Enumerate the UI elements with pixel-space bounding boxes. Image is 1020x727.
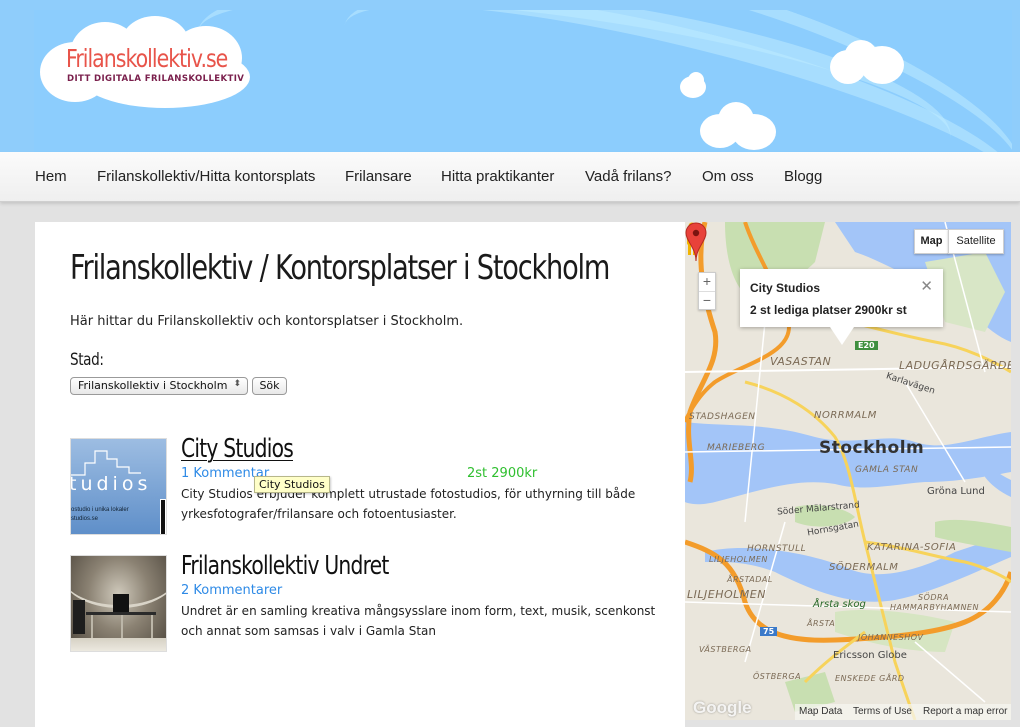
map-label-vasastan: VASASTAN: [770, 355, 832, 368]
tooltip: City Studios: [254, 476, 330, 493]
city-select-value: Frilanskollektiv i Stockholm: [78, 379, 228, 392]
map-label-katarina-sofia: KATARINA-SOFIA: [867, 542, 957, 553]
map-label-hornstull: HORNSTULL: [747, 544, 807, 554]
city-label: Stad:: [70, 350, 104, 370]
listing-title[interactable]: City Studios: [181, 434, 294, 464]
thumbnail-tagline: ostudio i unika lokaler studios.se: [71, 507, 129, 522]
highway-shield-75: 75: [760, 627, 778, 636]
nav-item-blogg[interactable]: Blogg: [784, 168, 822, 185]
close-icon[interactable]: ✕: [920, 277, 933, 295]
map-label-johanneshov: JOHANNESHOV: [858, 633, 924, 642]
city-select[interactable]: Frilanskollektiv i Stockholm ⬍: [70, 377, 248, 395]
map-label-ladugardsgardet: LADUGÅRDSGÄRDET: [899, 359, 1011, 372]
info-window-title: City Studios: [750, 281, 821, 295]
nav-item-vada-frilans[interactable]: Vadå frilans?: [585, 168, 671, 185]
listing-title[interactable]: Frilanskollektiv Undret: [181, 551, 389, 581]
nav-item-hem[interactable]: Hem: [35, 168, 67, 185]
map-label-enskede-gard: ENSKEDE GÅRD: [835, 674, 905, 683]
map-label-vastberga: VÄSTBERGA: [699, 645, 752, 654]
listing-thumbnail[interactable]: [70, 555, 167, 652]
nav-item-hitta-praktikanter[interactable]: Hitta praktikanter: [441, 168, 554, 185]
map-label-grona-lund: Gröna Lund: [927, 486, 985, 497]
map-label-sodra: SÖDRA: [918, 593, 950, 602]
map-label-arsta-skog: Årsta skog: [813, 599, 866, 610]
map-label-gamla-stan: GAMLA STAN: [855, 465, 919, 475]
logo-tagline: DITT DIGITALA FRILANSKOLLEKTIV: [67, 74, 245, 84]
map-label-liljeholmen-small: LILJEHOLMEN: [709, 555, 768, 564]
select-arrows-icon: ⬍: [233, 379, 241, 389]
listing-thumbnail[interactable]: tudios ostudio i unika lokaler studios.s…: [70, 438, 167, 535]
page-title: Frilanskollektiv / Kontorsplatser i Stoc…: [70, 248, 610, 288]
map-marker-icon[interactable]: [685, 222, 707, 262]
thumbnail-word: tudios: [70, 473, 152, 495]
zoom-control: + −: [698, 272, 716, 310]
intro-text: Här hittar du Frilanskollektiv och konto…: [70, 314, 464, 329]
map-label-sodermalm: SÖDERMALM: [829, 562, 899, 573]
listing-description: City Studios erbjuder komplett utrustade…: [181, 487, 636, 521]
map-label-marieberg: MARIEBERG: [707, 443, 766, 453]
map-data-link[interactable]: Map Data: [799, 706, 842, 717]
map-type-map-button[interactable]: Map: [914, 229, 949, 254]
listing-description: Undret är en samling kreativa mångsyssla…: [181, 604, 656, 638]
report-map-error-link[interactable]: Report a map error: [923, 706, 1007, 717]
map-footer: Map Data Terms of Use Report a map error: [795, 704, 1011, 720]
listing-price: 2st 2900kr: [467, 466, 538, 481]
terms-of-use-link[interactable]: Terms of Use: [853, 706, 912, 717]
nav-item-om-oss[interactable]: Om oss: [702, 168, 754, 185]
map-label-norrmalm: NORRMALM: [814, 410, 877, 421]
map-label-stockholm: Stockholm: [819, 438, 925, 458]
main-content: Frilanskollektiv / Kontorsplatser i Stoc…: [35, 222, 685, 727]
zoom-out-button[interactable]: −: [699, 291, 715, 309]
map-info-window: City Studios 2 st lediga platser 2900kr …: [740, 269, 943, 345]
map-label-hammarbyhamnen: HAMMARBYHAMNEN: [890, 603, 979, 612]
search-button[interactable]: Sök: [252, 377, 287, 395]
highway-shield-e20: E20: [855, 341, 878, 350]
nav-item-frilanskollektiv[interactable]: Frilanskollektiv/Hitta kontorsplats: [97, 168, 315, 185]
nav-item-frilansare[interactable]: Frilansare: [345, 168, 412, 185]
map-type-satellite-button[interactable]: Satellite: [948, 229, 1004, 254]
google-map[interactable]: VASASTAN LADUGÅRDSGÄRDET Karlavägen STAD…: [685, 222, 1011, 720]
map-label-ostberga: ÖSTBERGA: [753, 672, 802, 681]
google-logo[interactable]: Google: [693, 698, 752, 718]
info-window-text: 2 st lediga platser 2900kr st: [750, 303, 907, 317]
logo-title: Frilanskollektiv.se: [66, 44, 228, 73]
map-label-stadshagen: STADSHAGEN: [689, 412, 756, 422]
site-logo[interactable]: Frilanskollektiv.se DITT DIGITALA FRILAN…: [40, 16, 252, 108]
map-label-ericsson-globe: Ericsson Globe: [833, 650, 907, 661]
main-navigation: Hem Frilanskollektiv/Hitta kontorsplats …: [0, 152, 1020, 202]
zoom-in-button[interactable]: +: [699, 273, 715, 291]
map-label-arsta: ÅRSTA: [807, 619, 836, 628]
site-header: Frilanskollektiv.se DITT DIGITALA FRILAN…: [0, 0, 1020, 152]
map-label-arstadal: ÅRSTADAL: [727, 575, 773, 584]
map-label-liljeholmen: LILJEHOLMEN: [687, 588, 766, 601]
comments-link[interactable]: 2 Kommentarer: [181, 583, 282, 598]
header-banner: Frilanskollektiv.se DITT DIGITALA FRILAN…: [34, 10, 1012, 152]
